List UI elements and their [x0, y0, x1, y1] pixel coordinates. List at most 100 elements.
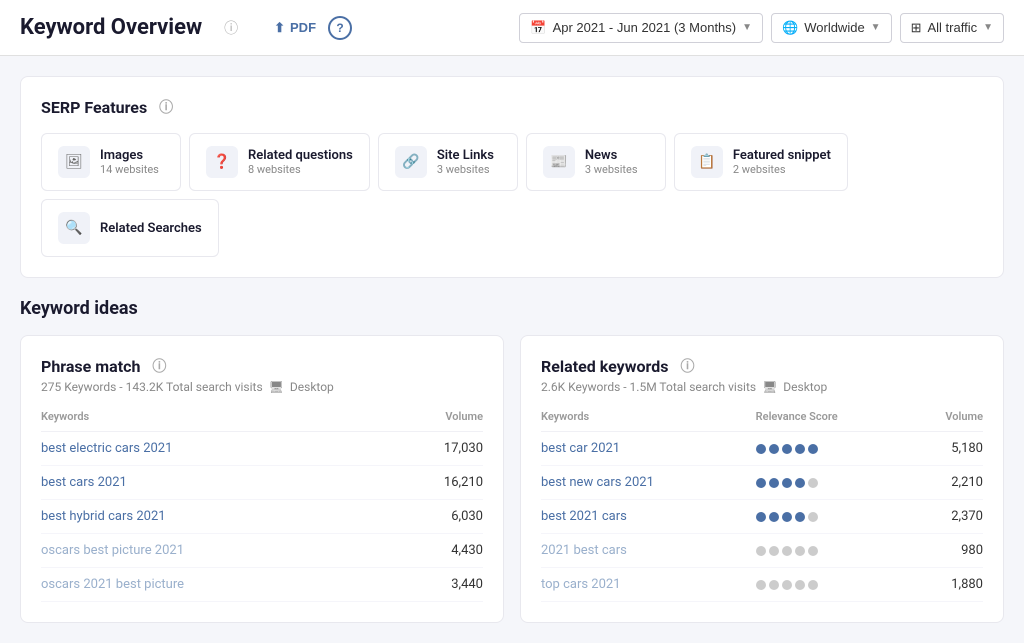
- keyword-volume: 6,030: [388, 500, 483, 534]
- keyword-link[interactable]: best 2021 cars: [541, 509, 627, 524]
- table-row: 2021 best cars 980: [541, 534, 983, 568]
- keyword-volume: 2,210: [911, 466, 983, 500]
- table-row: best car 2021 5,180: [541, 432, 983, 466]
- relevance-dot: [782, 512, 792, 522]
- relevance-dot: [756, 444, 766, 454]
- relevance-dot: [808, 512, 818, 522]
- keyword-volume: 3,440: [388, 568, 483, 602]
- keyword-link[interactable]: best new cars 2021: [541, 475, 654, 490]
- serp-feature-sub: 14 websites: [100, 163, 159, 176]
- table-row: best hybrid cars 2021 6,030: [41, 500, 483, 534]
- phrase-match-meta: 275 Keywords - 143.2K Total search visit…: [41, 380, 483, 394]
- serp-feature-icon: 🔗: [395, 146, 427, 178]
- keyword-link[interactable]: best cars 2021: [41, 475, 127, 490]
- relevance-dot: [808, 444, 818, 454]
- globe-icon: 🌐: [782, 20, 798, 36]
- related-desktop-icon: 🖥: [762, 380, 777, 394]
- keyword-link[interactable]: best car 2021: [541, 441, 620, 456]
- relevance-score: [756, 580, 912, 590]
- serp-feature-icon: 📰: [543, 146, 575, 178]
- relevance-dot: [756, 512, 766, 522]
- serp-feature-label: Featured snippet: [733, 148, 831, 163]
- related-keywords-title: Related keywords ⓘ: [541, 356, 983, 376]
- phrase-match-col-volume: Volume: [388, 410, 483, 432]
- related-keywords-table: Keywords Relevance Score Volume best car…: [541, 410, 983, 602]
- serp-feature-item[interactable]: 🔍 Related Searches: [41, 199, 219, 257]
- relevance-score: [756, 546, 912, 556]
- relevance-dot: [808, 580, 818, 590]
- serp-feature-text: Related Searches: [100, 221, 202, 236]
- relevance-dot: [808, 546, 818, 556]
- pdf-icon: ⬆: [274, 20, 285, 36]
- serp-feature-sub: 3 websites: [585, 163, 638, 176]
- serp-features-info-icon[interactable]: ⓘ: [159, 97, 173, 117]
- keyword-link[interactable]: best electric cars 2021: [41, 441, 172, 456]
- relevance-dot: [795, 478, 805, 488]
- serp-feature-text: Site Links 3 websites: [437, 148, 494, 176]
- relevance-dot: [756, 546, 766, 556]
- relevance-dot: [769, 478, 779, 488]
- relevance-dot: [795, 444, 805, 454]
- relevance-dot: [769, 580, 779, 590]
- keyword-volume: 980: [911, 534, 983, 568]
- location-filter-chevron: ▼: [871, 22, 881, 33]
- keyword-ideas-title: Keyword ideas: [20, 298, 1004, 319]
- serp-feature-label: Related Searches: [100, 221, 202, 236]
- date-filter-chevron: ▼: [742, 22, 752, 33]
- related-keywords-info-icon[interactable]: ⓘ: [680, 356, 694, 376]
- serp-feature-item[interactable]: 📰 News 3 websites: [526, 133, 666, 191]
- serp-feature-text: Related questions 8 websites: [248, 148, 353, 176]
- date-filter-button[interactable]: 📅 Apr 2021 - Jun 2021 (3 Months) ▼: [519, 13, 763, 43]
- serp-feature-icon: ❓: [206, 146, 238, 178]
- keyword-volume: 2,370: [911, 500, 983, 534]
- keyword-volume: 1,880: [911, 568, 983, 602]
- relevance-dot: [756, 580, 766, 590]
- keyword-link[interactable]: oscars best picture 2021: [41, 543, 184, 558]
- relevance-dot: [769, 512, 779, 522]
- top-bar-actions: ⬆ PDF ?: [274, 16, 352, 40]
- serp-feature-icon: 🖼: [58, 146, 90, 178]
- serp-feature-item[interactable]: 🖼 Images 14 websites: [41, 133, 181, 191]
- page-title: Keyword Overview: [20, 15, 202, 40]
- keyword-link[interactable]: oscars 2021 best picture: [41, 577, 184, 592]
- serp-feature-text: Featured snippet 2 websites: [733, 148, 831, 176]
- keyword-link[interactable]: top cars 2021: [541, 577, 621, 592]
- help-button[interactable]: ?: [328, 16, 352, 40]
- table-row: best electric cars 2021 17,030: [41, 432, 483, 466]
- relevance-dot: [756, 478, 766, 488]
- phrase-match-info-icon[interactable]: ⓘ: [152, 356, 166, 376]
- serp-feature-item[interactable]: 📋 Featured snippet 2 websites: [674, 133, 848, 191]
- relevance-score: [756, 444, 912, 454]
- pdf-button[interactable]: ⬆ PDF: [274, 20, 316, 36]
- phrase-match-title: Phrase match ⓘ: [41, 356, 483, 376]
- keyword-link[interactable]: best hybrid cars 2021: [41, 509, 166, 524]
- relevance-dot: [795, 580, 805, 590]
- table-row: best new cars 2021 2,210: [541, 466, 983, 500]
- traffic-icon: ⊞: [911, 20, 922, 36]
- related-col-volume: Volume: [911, 410, 983, 432]
- serp-feature-item[interactable]: 🔗 Site Links 3 websites: [378, 133, 518, 191]
- title-info-icon[interactable]: ⓘ: [224, 18, 238, 38]
- keyword-volume: 17,030: [388, 432, 483, 466]
- keyword-ideas-columns: Phrase match ⓘ 275 Keywords - 143.2K Tot…: [20, 335, 1004, 623]
- location-filter-button[interactable]: 🌐 Worldwide ▼: [771, 13, 892, 43]
- serp-feature-sub: 3 websites: [437, 163, 494, 176]
- related-keywords-card: Related keywords ⓘ 2.6K Keywords - 1.5M …: [520, 335, 1004, 623]
- phrase-match-col-keywords: Keywords: [41, 410, 388, 432]
- serp-feature-sub: 8 websites: [248, 163, 353, 176]
- phrase-match-card: Phrase match ⓘ 275 Keywords - 143.2K Tot…: [20, 335, 504, 623]
- serp-features-card: SERP Features ⓘ 🖼 Images 14 websites ❓ R…: [20, 76, 1004, 278]
- relevance-dot: [808, 478, 818, 488]
- relevance-dot: [782, 580, 792, 590]
- top-bar-filters: 📅 Apr 2021 - Jun 2021 (3 Months) ▼ 🌐 Wor…: [519, 13, 1004, 43]
- top-bar: Keyword Overview ⓘ ⬆ PDF ? 📅 Apr 2021 - …: [0, 0, 1024, 56]
- serp-feature-item[interactable]: ❓ Related questions 8 websites: [189, 133, 370, 191]
- traffic-filter-chevron: ▼: [983, 22, 993, 33]
- serp-feature-label: Related questions: [248, 148, 353, 163]
- keyword-volume: 16,210: [388, 466, 483, 500]
- serp-feature-label: News: [585, 148, 638, 163]
- traffic-filter-button[interactable]: ⊞ All traffic ▼: [900, 13, 1004, 43]
- keyword-link[interactable]: 2021 best cars: [541, 543, 627, 558]
- serp-feature-label: Images: [100, 148, 159, 163]
- relevance-dot: [795, 546, 805, 556]
